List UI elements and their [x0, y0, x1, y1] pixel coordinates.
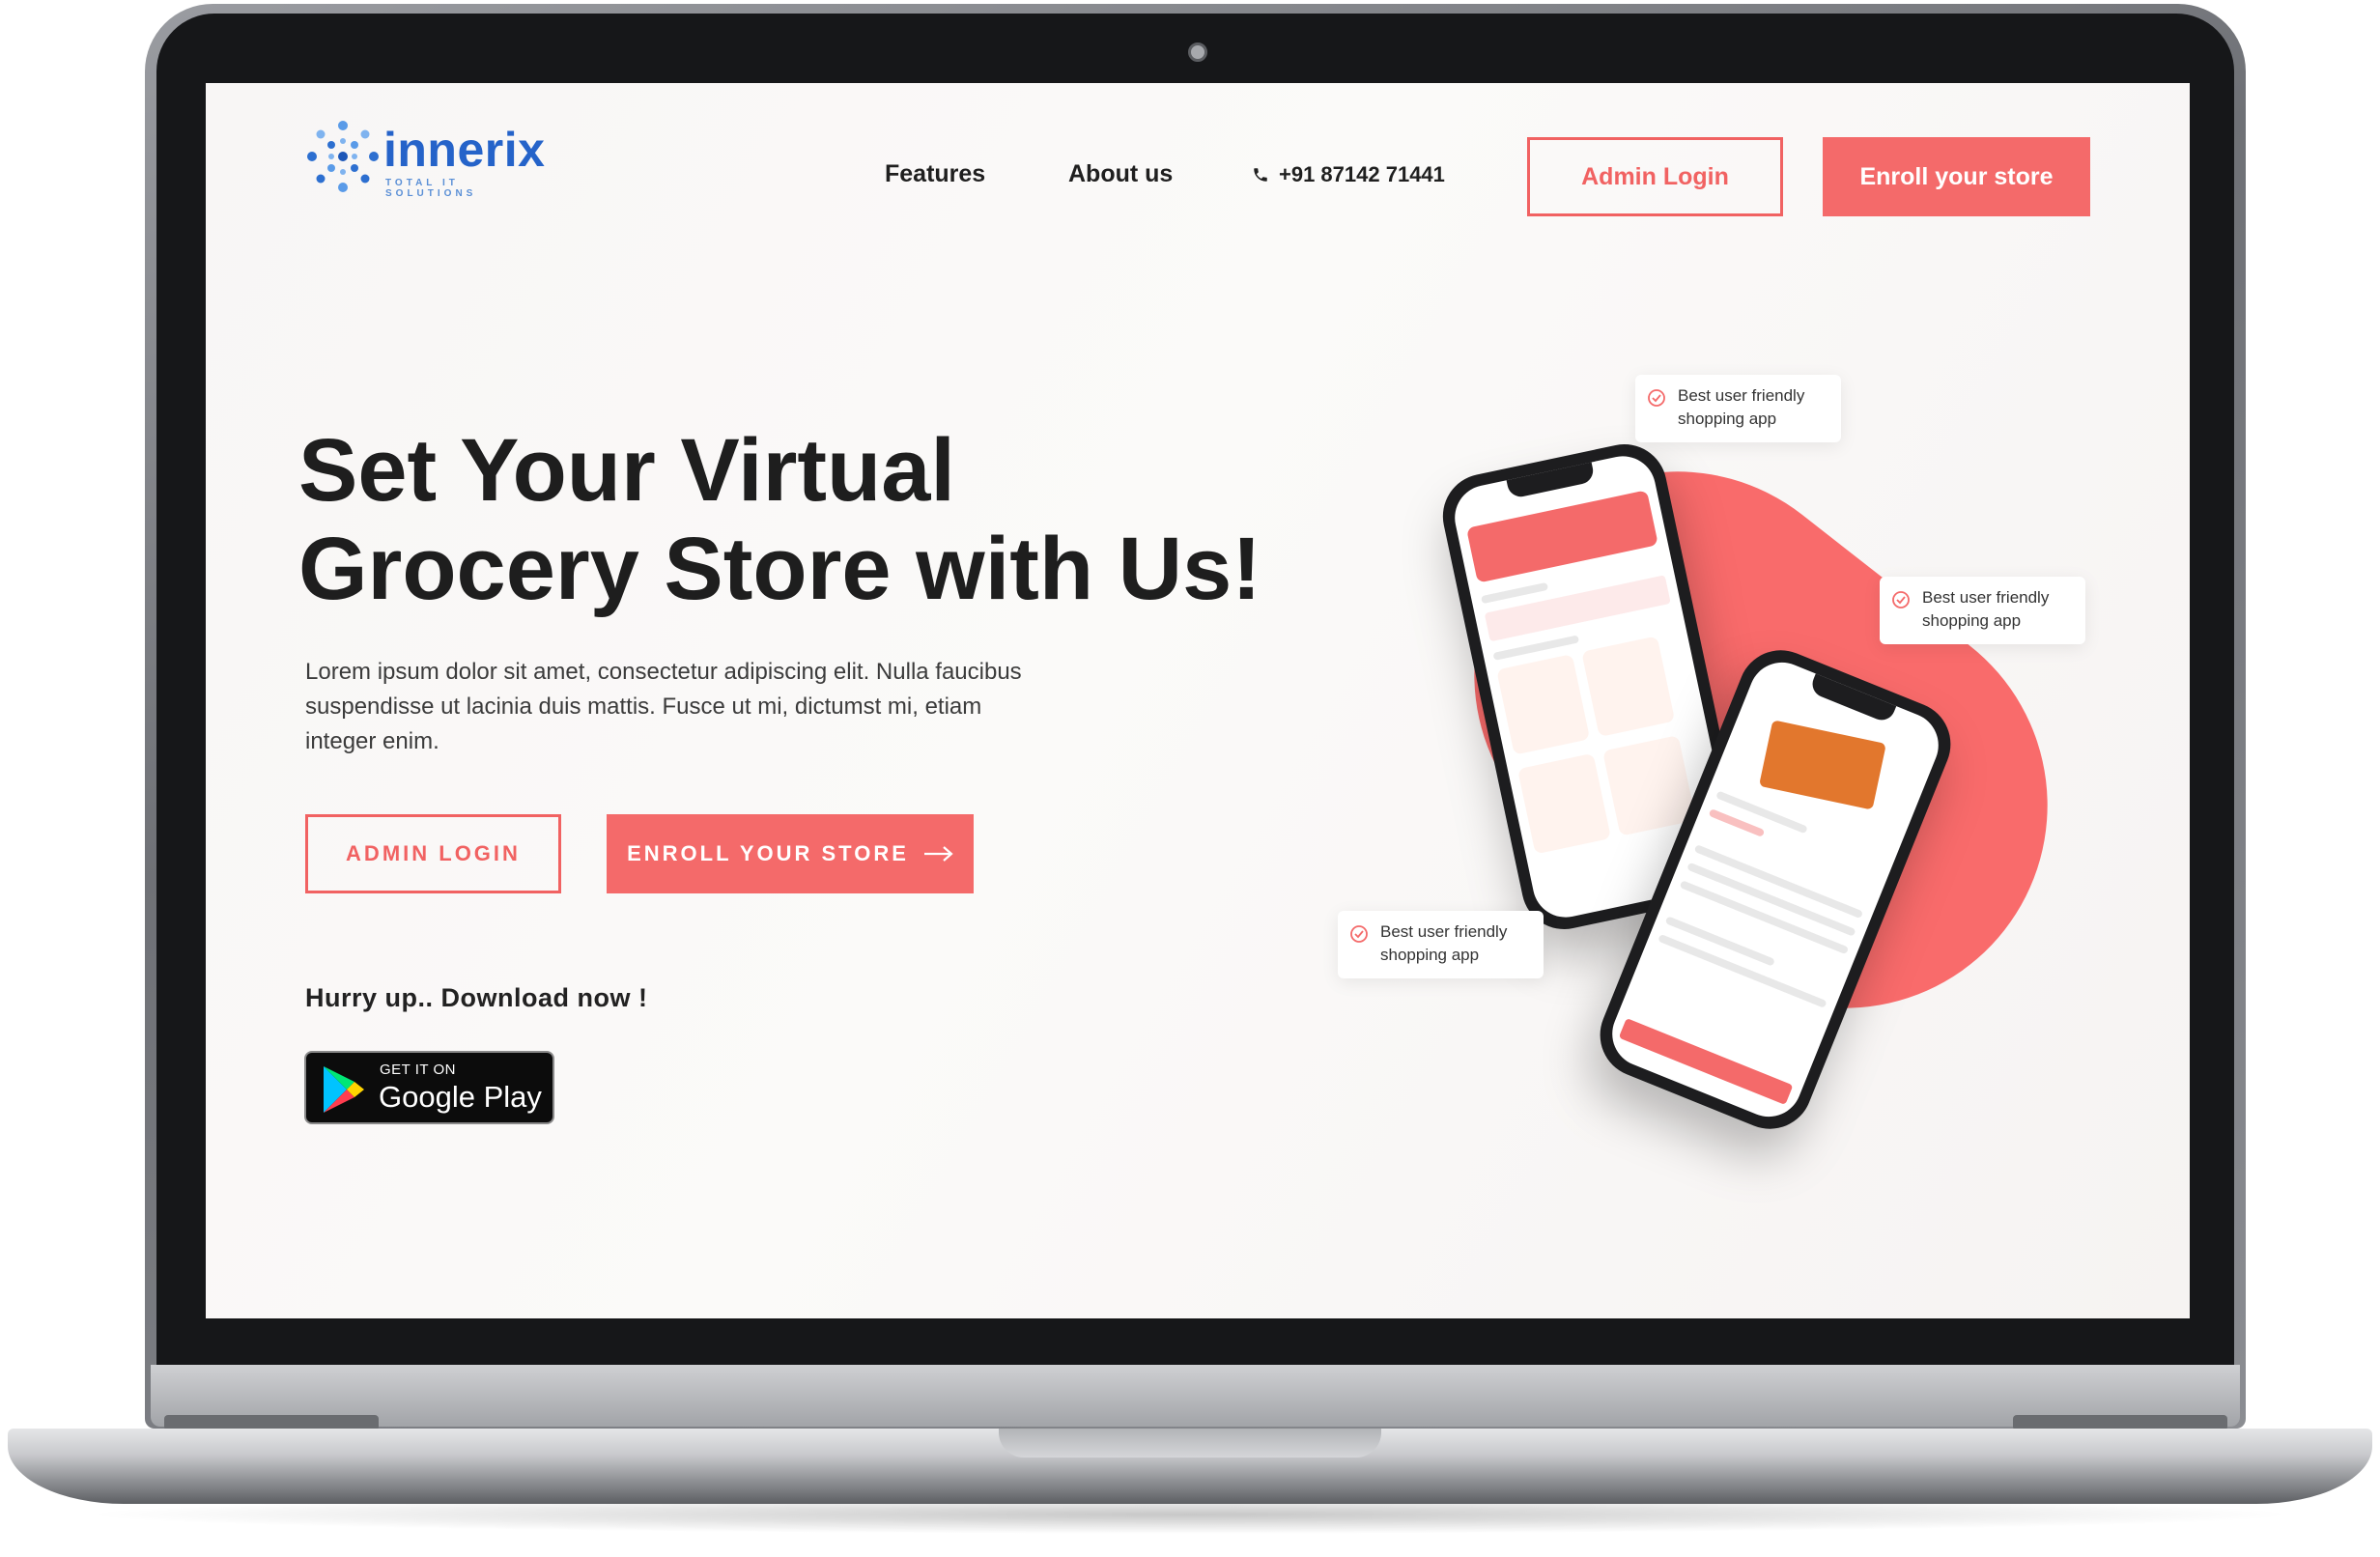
add-to-cart-bar — [1618, 1017, 1794, 1106]
nav-link-features[interactable]: Features — [885, 160, 985, 188]
phone-icon — [1254, 168, 1267, 182]
logo-dots-icon — [307, 121, 379, 192]
feature-line-1: Best user friendly — [1678, 386, 1805, 405]
feature-text: Best user friendly shopping app — [1678, 384, 1837, 431]
feature-line-2: shopping app — [1922, 611, 2022, 630]
feature-card: Best user friendly shopping app — [1635, 375, 1841, 442]
check-circle-icon — [1892, 591, 1910, 609]
hero-enroll-label: ENROLL YOUR STORE — [627, 841, 909, 865]
product-card — [1581, 636, 1676, 738]
feature-line-2: shopping app — [1380, 946, 1480, 964]
camera-icon — [1188, 42, 1207, 62]
product-card — [1517, 752, 1611, 855]
placeholder-line — [1480, 581, 1549, 605]
admin-login-button[interactable]: Admin Login — [1527, 137, 1783, 216]
enroll-store-button[interactable]: Enroll your store — [1823, 137, 2090, 216]
laptop-notch — [999, 1429, 1381, 1458]
offer-banner — [1465, 490, 1658, 583]
feature-line-1: Best user friendly — [1922, 588, 2050, 607]
product-card — [1496, 654, 1591, 755]
feature-line-1: Best user friendly — [1380, 922, 1508, 941]
hero-title-line-2: Grocery Store with Us! — [298, 520, 1261, 618]
feature-line-2: shopping app — [1678, 410, 1777, 428]
categories-row — [1484, 575, 1671, 642]
placeholder-line — [1715, 790, 1808, 835]
product-image — [1758, 720, 1886, 810]
brand-name: innerix — [383, 123, 546, 177]
google-play-small-text: GET IT ON — [380, 1062, 456, 1078]
feature-text: Best user friendly shopping app — [1922, 586, 2082, 633]
brand-tagline: TOTAL IT SOLUTIONS — [385, 178, 477, 199]
nav-link-about[interactable]: About us — [1068, 160, 1173, 188]
check-circle-icon — [1648, 389, 1665, 407]
feature-card: Best user friendly shopping app — [1338, 911, 1544, 978]
arrow-right-icon — [923, 846, 953, 862]
hero-title-line-1: Set Your Virtual — [298, 421, 955, 520]
feature-text: Best user friendly shopping app — [1380, 920, 1540, 967]
website-screen: innerix TOTAL IT SOLUTIONS Features Abou… — [206, 83, 2190, 1318]
phone-number: +91 87142 71441 — [1279, 162, 1445, 186]
google-play-big-text: Google Play — [379, 1080, 542, 1114]
placeholder-line — [1658, 933, 1828, 1008]
hero-description: Lorem ipsum dolor sit amet, consectetur … — [305, 659, 1022, 754]
hero-enroll-store-button[interactable]: ENROLL YOUR STORE — [607, 814, 974, 893]
feature-card: Best user friendly shopping app — [1880, 577, 2085, 644]
hero-admin-login-button[interactable]: ADMIN LOGIN — [305, 814, 561, 893]
nav-phone[interactable]: +91 87142 71441 — [1252, 162, 1445, 187]
google-play-badge[interactable]: GET IT ON Google Play — [304, 1051, 554, 1124]
hero-title: Set Your Virtual Grocery Store with Us! — [298, 421, 1361, 618]
check-circle-icon — [1350, 925, 1368, 943]
laptop-bottom-strip — [151, 1365, 2240, 1427]
google-play-icon — [324, 1066, 364, 1113]
brand-logo[interactable]: innerix TOTAL IT SOLUTIONS — [304, 118, 555, 199]
download-prompt: Hurry up.. Download now ! — [305, 983, 648, 1012]
